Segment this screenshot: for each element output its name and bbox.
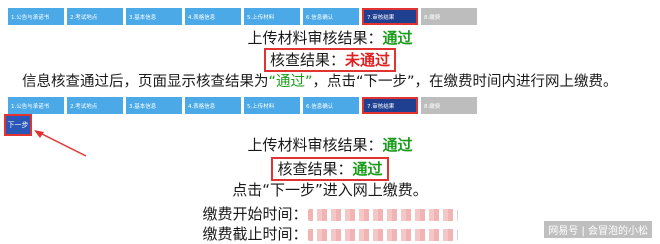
redacted-value <box>307 208 458 221</box>
step-tab[interactable]: 1.公告与承诺书 <box>8 97 64 114</box>
step-tab-active[interactable]: 7.审核结果 <box>362 8 418 25</box>
upload-review-label: 上传材料审核结果： <box>247 29 383 47</box>
step-bar-top: 1.公告与承诺书 2.考试地点 3.基本信息 4.表格信息 5.上传材料 6.信… <box>8 8 480 25</box>
check-result-box: 核查结果：未通过 <box>263 48 397 72</box>
step-tab[interactable]: 4.表格信息 <box>185 97 241 114</box>
redacted-value <box>307 228 458 241</box>
upload-review-label: 上传材料审核结果： <box>247 136 383 154</box>
check-result-label: 核查结果： <box>277 160 353 178</box>
step-tab-active[interactable]: 7.审核结果 <box>362 97 418 114</box>
check-result-status: 未通过 <box>345 51 391 69</box>
upload-review-status: 通过 <box>382 29 413 47</box>
instruction-status: 通过 <box>276 74 306 90</box>
check-result-status: 通过 <box>352 160 383 178</box>
instruction-text: 信息核查通过后，页面显示核查结果为“通过”，点击“下一步”，在缴费时间内进行网上… <box>22 72 618 92</box>
next-step-hint: 点击“下一步”进入网上缴费。 <box>232 181 428 199</box>
check-result-top: 核查结果：未通过 <box>0 48 660 72</box>
step-tab[interactable]: 8.缴费 <box>421 97 477 114</box>
step-tab[interactable]: 4.表格信息 <box>185 8 241 25</box>
step-tab[interactable]: 1.公告与承诺书 <box>8 8 64 25</box>
step-tab[interactable]: 2.考试地点 <box>67 97 123 114</box>
instruction-suffix: ，点击“下一步”，在缴费时间内进行网上缴费。 <box>312 74 618 90</box>
step-tab[interactable]: 6.信息确认 <box>303 97 359 114</box>
upload-review-status: 通过 <box>382 136 413 154</box>
instruction-quote-close: ” <box>305 74 313 90</box>
step-tab[interactable]: 5.上传材料 <box>244 8 300 25</box>
instruction-prefix: 信息核查通过后，页面显示核查结果为 <box>22 74 269 90</box>
step-tab[interactable]: 5.上传材料 <box>244 97 300 114</box>
step-bar-bottom: 1.公告与承诺书 2.考试地点 3.基本信息 4.表格信息 5.上传材料 6.信… <box>8 97 480 114</box>
fee-end-label: 缴费截止时间： <box>202 225 308 243</box>
step-tab[interactable]: 8.缴费 <box>421 8 477 25</box>
check-result-label: 核查结果： <box>269 51 345 69</box>
check-result-box: 核查结果：通过 <box>271 157 389 181</box>
step-tab[interactable]: 3.基本信息 <box>126 8 182 25</box>
watermark: 网易号 | 会冒泡的小松 <box>544 221 652 238</box>
next-step-button[interactable]: 下一步 <box>4 114 32 136</box>
step-tab[interactable]: 6.信息确认 <box>303 8 359 25</box>
check-result-bottom: 核查结果：通过 <box>0 157 660 181</box>
instruction-quote-open: “ <box>268 74 277 90</box>
upload-review-result-top: 上传材料审核结果：通过 <box>0 28 660 48</box>
step-tab[interactable]: 3.基本信息 <box>126 97 182 114</box>
fee-start-label: 缴费开始时间： <box>202 205 308 223</box>
upload-review-result-bottom: 上传材料审核结果：通过 <box>0 135 660 155</box>
step-tab[interactable]: 2.考试地点 <box>67 8 123 25</box>
